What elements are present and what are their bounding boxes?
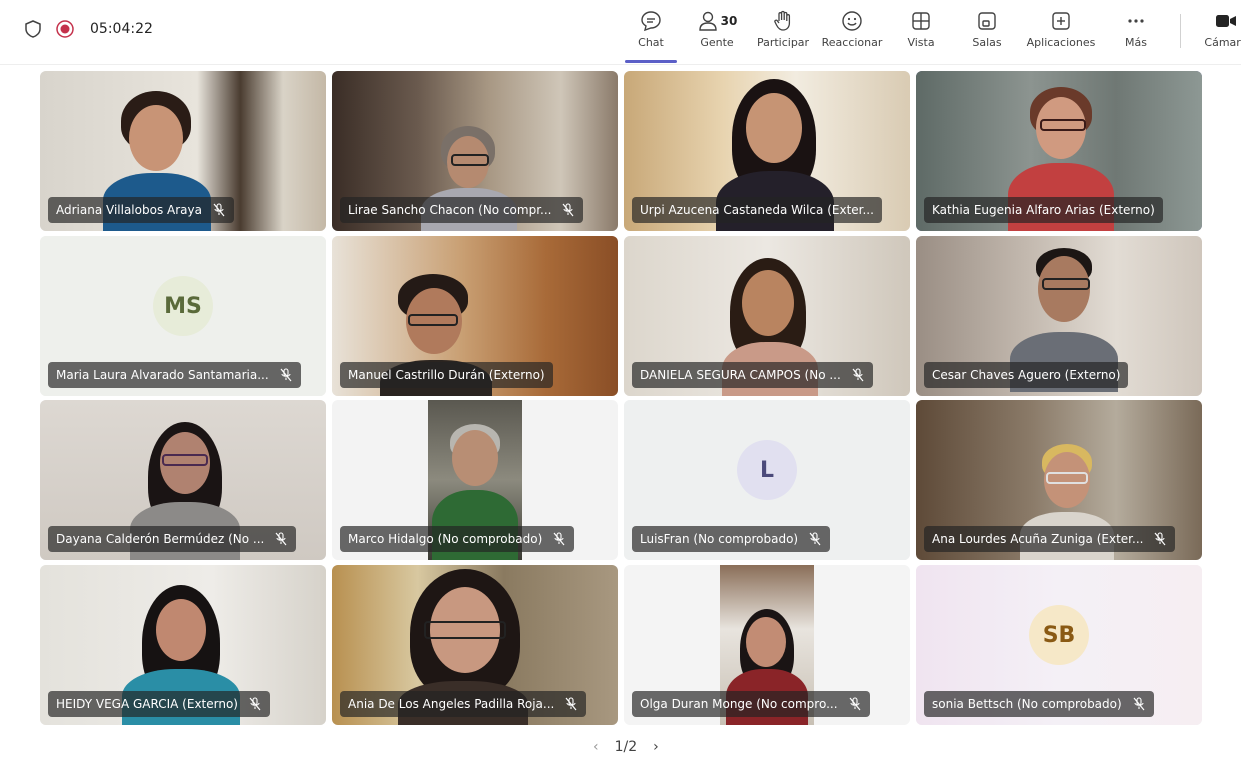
participant-tile[interactable]: Adriana Villalobos Araya [40,71,326,231]
gallery-pagination: ‹ 1/2 › [585,739,667,755]
next-page-chevron-icon[interactable]: › [653,739,659,755]
react-icon [842,11,862,31]
participant-avatar: L [737,440,797,500]
meeting-status: 05:04:22 [24,20,153,38]
participant-name: Kathia Eugenia Alfaro Arias (Externo) [924,197,1163,223]
toolbar-divider [1180,14,1181,48]
mic-off-icon [565,697,577,711]
view-label: Vista [907,36,935,49]
participant-tile[interactable]: Ana Lourdes Acuña Zuniga (Exter... [916,400,1202,560]
react-button[interactable]: Reaccionar [815,8,889,49]
participant-tile[interactable]: Ania De Los Angeles Padilla Roja... [332,565,618,725]
participant-name: Adriana Villalobos Araya [48,197,234,223]
apps-label: Aplicaciones [1026,36,1096,49]
participant-name: Cesar Chaves Aguero (Externo) [924,362,1129,388]
mic-off-icon [1154,532,1166,546]
participant-name: HEIDY VEGA GARCIA (Externo) [48,691,270,717]
participant-name: DANIELA SEGURA CAMPOS (No ... [632,362,873,388]
participant-tile[interactable]: SB sonia Bettsch (No comprobado) [916,565,1202,725]
people-button[interactable]: 30 Gente [680,8,754,49]
apps-button[interactable]: Aplicaciones [1024,8,1098,49]
recording-icon [56,20,74,38]
meeting-timer: 05:04:22 [90,21,153,37]
participant-name: Manuel Castrillo Durán (Externo) [340,362,553,388]
people-count: 30 [720,14,738,28]
participant-tile-active-speaker[interactable]: Kathia Eugenia Alfaro Arias (Externo) [916,71,1202,231]
participant-tile[interactable]: DANIELA SEGURA CAMPOS (No ... [624,236,910,396]
mic-off-icon [213,203,225,217]
previous-page-chevron-icon[interactable]: ‹ [593,739,599,755]
raise-hand-label: Participar [756,36,810,49]
rooms-icon [978,12,996,30]
meeting-toolbar: 05:04:22 Chat 30 Gente Participar Reacci… [0,0,1241,65]
camera-label: Cámara [1204,36,1241,49]
mic-off-icon [275,532,287,546]
mic-off-icon [249,697,261,711]
shield-icon [25,20,41,38]
chat-icon [641,11,661,32]
rooms-label: Salas [972,36,1002,49]
participant-tile[interactable]: Cesar Chaves Aguero (Externo) [916,236,1202,396]
camera-icon [1216,15,1236,27]
participant-name: Lirae Sancho Chacon (No compr... [340,197,584,223]
participant-name: Maria Laura Alvarado Santamaria... [48,362,301,388]
participant-tile[interactable]: Marco Hidalgo (No comprobado) [332,400,618,560]
rooms-button[interactable]: Salas [950,8,1024,49]
participant-name: Marco Hidalgo (No comprobado) [340,526,575,552]
chat-label: Chat [638,36,664,49]
participant-avatar: MS [153,276,213,336]
mic-off-icon [852,368,864,382]
mic-off-icon [553,532,565,546]
view-button[interactable]: Vista [884,8,958,49]
mic-off-icon [809,532,821,546]
participant-name: Ana Lourdes Acuña Zuniga (Exter... [924,526,1176,552]
camera-button[interactable]: Cámara [1196,8,1241,49]
raise-hand-icon [774,10,791,31]
participant-tile[interactable]: Urpi Azucena Castaneda Wilca (Exter... [624,71,910,231]
view-icon [912,12,930,30]
participant-name: Olga Duran Monge (No compro... [632,691,870,717]
apps-icon [1052,12,1070,30]
page-indicator: 1/2 [614,739,638,755]
react-label: Reaccionar [821,36,883,49]
participant-name: Ania De Los Angeles Padilla Roja... [340,691,587,717]
mic-off-icon [849,697,861,711]
participant-name: Urpi Azucena Castaneda Wilca (Exter... [632,197,882,223]
participant-name: LuisFran (No comprobado) [632,526,831,552]
more-button[interactable]: Más [1099,8,1173,49]
participant-tile[interactable]: MS Maria Laura Alvarado Santamaria... [40,236,326,396]
participant-tile[interactable]: Manuel Castrillo Durán (Externo) [332,236,618,396]
people-icon [698,11,717,31]
mic-off-icon [563,203,574,217]
participant-tile[interactable]: Olga Duran Monge (No compro... [624,565,910,725]
participant-tile[interactable]: HEIDY VEGA GARCIA (Externo) [40,565,326,725]
mic-off-icon [280,368,292,382]
participant-avatar: SB [1029,605,1089,665]
participant-name: Dayana Calderón Bermúdez (No ... [48,526,297,552]
more-icon [1128,19,1144,23]
more-label: Más [1125,36,1147,49]
chat-button[interactable]: Chat [614,8,688,63]
participant-tile[interactable]: Dayana Calderón Bermúdez (No ... [40,400,326,560]
participant-tile[interactable]: Lirae Sancho Chacon (No compr... [332,71,618,231]
raise-hand-button[interactable]: Participar [746,8,820,49]
participant-name: sonia Bettsch (No comprobado) [924,691,1154,717]
mic-off-icon [1133,697,1145,711]
participant-tile[interactable]: L LuisFran (No comprobado) [624,400,910,560]
people-label: Gente [700,36,734,49]
